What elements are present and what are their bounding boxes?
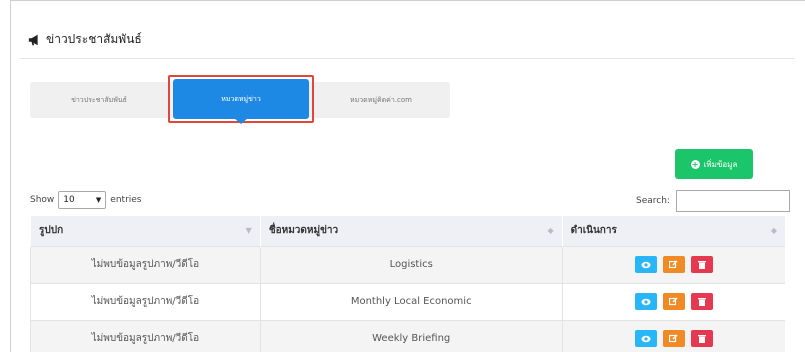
edit-icon [669, 297, 678, 306]
cell-name: Monthly Local Economic [259, 282, 563, 320]
cell-actions [561, 245, 785, 283]
edit-button[interactable] [662, 293, 685, 310]
tab-news-category-label: หมวดหมู่ข่าว [221, 94, 261, 103]
search-input[interactable] [675, 190, 790, 212]
search-control: Search: [636, 190, 790, 212]
category-table: รูปปก ▼ ชื่อหมวดหมู่ข่าว ◆ ดำเนินการ ◆ ไ… [30, 216, 785, 352]
column-header-cover[interactable]: รูปปก ▼ [30, 216, 261, 246]
column-header-action[interactable]: ดำเนินการ ◆ [561, 216, 785, 246]
add-data-button[interactable]: + เพิ่มข้อมูล [675, 149, 753, 179]
cell-name: Logistics [259, 245, 563, 283]
plus-circle-icon: + [690, 159, 700, 169]
view-button[interactable] [634, 293, 657, 310]
search-label: Search: [636, 196, 670, 206]
column-header-action-label: ดำเนินการ [570, 225, 617, 237]
active-tab-caret [234, 118, 248, 124]
header-divider [20, 58, 795, 59]
entries-label: entries [110, 195, 142, 205]
cell-cover: ไม่พบข้อมูลรูปภาพ/วีดีโอ [30, 245, 261, 283]
tab-category-com[interactable]: หมวดหมู่คิดค่า.com [312, 82, 450, 118]
column-header-name-label: ชื่อหมวดหมู่ข่าว [268, 225, 339, 237]
view-button[interactable] [634, 256, 657, 273]
edit-button[interactable] [662, 330, 685, 348]
megaphone-icon [28, 34, 38, 45]
eye-icon [641, 335, 651, 342]
view-button[interactable] [634, 330, 657, 348]
sort-icon: ◆ [547, 226, 554, 235]
page-header: ข่าวประชาสัมพันธ์ [28, 30, 142, 49]
chevron-down-icon: ▼ [95, 196, 102, 204]
cell-cover: ไม่พบข้อมูลรูปภาพ/วีดีโอ [30, 319, 261, 352]
trash-icon [697, 298, 706, 306]
delete-button[interactable] [690, 330, 713, 348]
entries-length-control: Show 10 ▼ entries [30, 191, 142, 209]
column-header-cover-label: รูปปก [39, 225, 64, 237]
add-data-label: เพิ่มข้อมูล [703, 159, 738, 169]
trash-icon [697, 261, 706, 269]
sort-icon: ◆ [770, 226, 777, 235]
edit-button[interactable] [662, 256, 685, 273]
edit-icon [669, 334, 678, 343]
column-header-name[interactable]: ชื่อหมวดหมู่ข่าว ◆ [259, 216, 563, 246]
eye-icon [641, 298, 651, 305]
eye-icon [641, 261, 651, 268]
page-title: ข่าวประชาสัมพันธ์ [46, 32, 142, 46]
cell-cover: ไม่พบข้อมูลรูปภาพ/วีดีโอ [30, 282, 261, 320]
table-row: ไม่พบข้อมูลรูปภาพ/วีดีโอ Logistics [30, 245, 785, 283]
edit-icon [669, 260, 678, 269]
table-row: ไม่พบข้อมูลรูปภาพ/วีดีโอ Monthly Local E… [30, 282, 785, 320]
sort-desc-icon: ▼ [245, 226, 252, 235]
trash-icon [697, 335, 706, 344]
show-label: Show [30, 195, 55, 205]
cell-actions [561, 319, 785, 352]
cell-name: Weekly Briefing [259, 319, 563, 352]
table-row: ไม่พบข้อมูลรูปภาพ/วีดีโอ Weekly Briefing [30, 319, 785, 352]
delete-button[interactable] [690, 293, 713, 310]
tab-news-category[interactable]: หมวดหมู่ข่าว [173, 79, 309, 124]
entries-select-value: 10 [63, 195, 75, 205]
entries-select[interactable]: 10 ▼ [58, 191, 107, 209]
delete-button[interactable] [690, 256, 713, 273]
cell-actions [561, 282, 785, 320]
tab-news[interactable]: ข่าวประชาสัมพันธ์ [30, 82, 168, 118]
